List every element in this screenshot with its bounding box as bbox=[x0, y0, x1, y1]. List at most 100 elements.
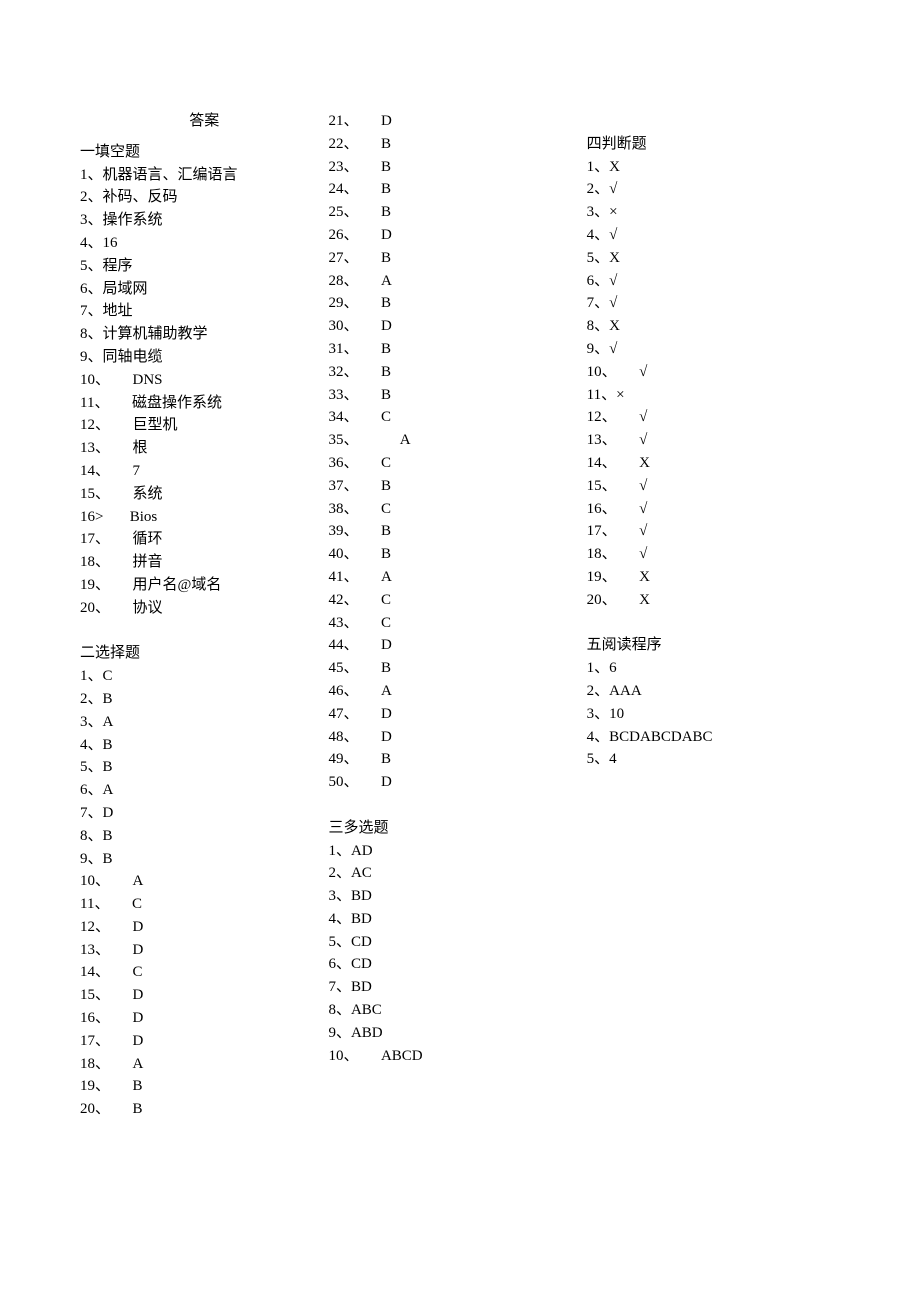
section4-list: 1、X2、√3、×4、√5、X6、√7、√8、X9、√10、 √11、×12、 … bbox=[587, 156, 840, 612]
section2-item: 15、 D bbox=[80, 984, 328, 1007]
section1-item: 20、 协议 bbox=[80, 597, 328, 620]
section1-item: 8、计算机辅助教学 bbox=[80, 323, 328, 346]
section2-item: 17、 D bbox=[80, 1030, 328, 1053]
section2b-item: 36、 C bbox=[328, 452, 586, 475]
section4-item: 8、X bbox=[587, 315, 840, 338]
section2b-item: 34、 C bbox=[328, 406, 586, 429]
section2b-item: 30、 D bbox=[328, 315, 586, 338]
section2-item: 16、 D bbox=[80, 1007, 328, 1030]
section2-item: 3、A bbox=[80, 711, 328, 734]
section2b-item: 22、 B bbox=[328, 133, 586, 156]
column-3: 四判断题 1、X2、√3、×4、√5、X6、√7、√8、X9、√10、 √11、… bbox=[587, 110, 840, 1121]
section2b-item: 50、 D bbox=[328, 771, 586, 794]
section2b-item: 23、 B bbox=[328, 156, 586, 179]
section2b-item: 47、 D bbox=[328, 703, 586, 726]
section1-item: 10、 DNS bbox=[80, 369, 328, 392]
section2b-item: 49、 B bbox=[328, 748, 586, 771]
section4-item: 4、√ bbox=[587, 224, 840, 247]
section2-list: 1、C2、B3、A4、B5、B6、A7、D8、B9、B10、 A11、 C12、… bbox=[80, 665, 328, 1121]
section1-item: 5、程序 bbox=[80, 255, 328, 278]
section1-item: 15、 系统 bbox=[80, 483, 328, 506]
section2b-item: 40、 B bbox=[328, 543, 586, 566]
section2-item: 7、D bbox=[80, 802, 328, 825]
section2-item: 18、 A bbox=[80, 1053, 328, 1076]
section1-item: 6、局域网 bbox=[80, 278, 328, 301]
section2b-item: 35、 A bbox=[328, 429, 586, 452]
section4-item: 1、X bbox=[587, 156, 840, 179]
section2b-item: 44、 D bbox=[328, 634, 586, 657]
section2b-item: 25、 B bbox=[328, 201, 586, 224]
section2b-item: 24、 B bbox=[328, 178, 586, 201]
section3-item: 6、CD bbox=[328, 953, 586, 976]
section4-head: 四判断题 bbox=[587, 133, 840, 156]
section1-item: 16> Bios bbox=[80, 506, 328, 529]
section4-item: 6、√ bbox=[587, 270, 840, 293]
section1-head: 一填空题 bbox=[80, 141, 328, 164]
section1-list: 1、机器语言、汇编语言2、补码、反码3、操作系统4、165、程序6、局域网7、地… bbox=[80, 164, 328, 620]
column-1: 答案 一填空题 1、机器语言、汇编语言2、补码、反码3、操作系统4、165、程序… bbox=[80, 110, 328, 1121]
section4-item: 3、× bbox=[587, 201, 840, 224]
section2b-item: 41、 A bbox=[328, 566, 586, 589]
answer-key-page: 答案 一填空题 1、机器语言、汇编语言2、补码、反码3、操作系统4、165、程序… bbox=[0, 0, 920, 1121]
section3-item: 2、AC bbox=[328, 862, 586, 885]
page-title: 答案 bbox=[80, 110, 328, 133]
section2-item: 5、B bbox=[80, 756, 328, 779]
section2b-item: 27、 B bbox=[328, 247, 586, 270]
section2b-item: 46、 A bbox=[328, 680, 586, 703]
section2-item: 12、 D bbox=[80, 916, 328, 939]
section2-item: 6、A bbox=[80, 779, 328, 802]
section4-item: 9、√ bbox=[587, 338, 840, 361]
section2b-item: 37、 B bbox=[328, 475, 586, 498]
section5-item: 5、4 bbox=[587, 748, 840, 771]
section2-item: 1、C bbox=[80, 665, 328, 688]
section2b-item: 33、 B bbox=[328, 384, 586, 407]
section3-item: 8、ABC bbox=[328, 999, 586, 1022]
section1-item: 18、 拼音 bbox=[80, 551, 328, 574]
section3-head: 三多选题 bbox=[328, 817, 586, 840]
section2b-list: 21、 D22、 B23、 B24、 B25、 B26、 D27、 B28、 A… bbox=[328, 110, 586, 794]
section2b-item: 21、 D bbox=[328, 110, 586, 133]
section4-item: 2、√ bbox=[587, 178, 840, 201]
section2b-item: 32、 B bbox=[328, 361, 586, 384]
section2b-item: 43、 C bbox=[328, 612, 586, 635]
section2b-item: 29、 B bbox=[328, 292, 586, 315]
section4-item: 19、 X bbox=[587, 566, 840, 589]
section3-item: 10、 ABCD bbox=[328, 1045, 586, 1068]
section3-item: 9、ABD bbox=[328, 1022, 586, 1045]
section1-item: 11、 磁盘操作系统 bbox=[80, 392, 328, 415]
section1-item: 4、16 bbox=[80, 232, 328, 255]
section2-item: 8、B bbox=[80, 825, 328, 848]
section2b-item: 42、 C bbox=[328, 589, 586, 612]
section5-item: 2、AAA bbox=[587, 680, 840, 703]
section1-item: 1、机器语言、汇编语言 bbox=[80, 164, 328, 187]
section1-item: 9、同轴电缆 bbox=[80, 346, 328, 369]
section3-item: 5、CD bbox=[328, 931, 586, 954]
section3-item: 3、BD bbox=[328, 885, 586, 908]
section2b-item: 28、 A bbox=[328, 270, 586, 293]
section2b-item: 45、 B bbox=[328, 657, 586, 680]
section4-item: 17、 √ bbox=[587, 520, 840, 543]
section2-item: 2、B bbox=[80, 688, 328, 711]
section4-item: 20、 X bbox=[587, 589, 840, 612]
section4-item: 5、X bbox=[587, 247, 840, 270]
column-2: 21、 D22、 B23、 B24、 B25、 B26、 D27、 B28、 A… bbox=[328, 110, 586, 1121]
section3-list: 1、AD2、AC3、BD4、BD5、CD6、CD7、BD8、ABC9、ABD10… bbox=[328, 840, 586, 1068]
section4-item: 14、 X bbox=[587, 452, 840, 475]
section1-item: 17、 循环 bbox=[80, 528, 328, 551]
section2-item: 14、 C bbox=[80, 961, 328, 984]
section2-head: 二选择题 bbox=[80, 642, 328, 665]
section1-item: 7、地址 bbox=[80, 300, 328, 323]
section4-item: 7、√ bbox=[587, 292, 840, 315]
section2b-item: 38、 C bbox=[328, 498, 586, 521]
section3-item: 4、BD bbox=[328, 908, 586, 931]
section1-item: 2、补码、反码 bbox=[80, 186, 328, 209]
section2-item: 11、 C bbox=[80, 893, 328, 916]
section4-item: 15、 √ bbox=[587, 475, 840, 498]
section2b-item: 48、 D bbox=[328, 726, 586, 749]
section2b-item: 26、 D bbox=[328, 224, 586, 247]
section5-head: 五阅读程序 bbox=[587, 634, 840, 657]
section2-item: 20、 B bbox=[80, 1098, 328, 1121]
section1-item: 3、操作系统 bbox=[80, 209, 328, 232]
section3-item: 1、AD bbox=[328, 840, 586, 863]
section4-item: 10、 √ bbox=[587, 361, 840, 384]
